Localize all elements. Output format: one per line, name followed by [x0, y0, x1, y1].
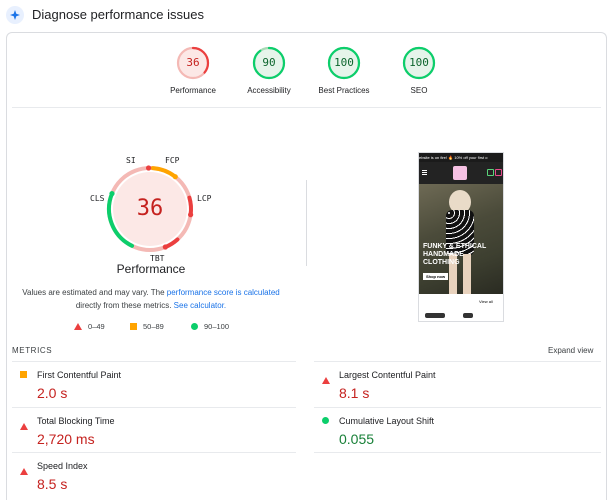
site-header	[419, 162, 503, 184]
fail-triangle-icon	[20, 417, 28, 435]
gauge-score: 100	[334, 56, 354, 69]
metric-name: Largest Contentful Paint	[339, 370, 436, 380]
shop-now-button: Shop now	[423, 273, 449, 280]
gauge-best-practices[interactable]: 100	[327, 46, 361, 80]
lighthouse-icon	[6, 6, 24, 24]
fail-triangle-icon	[74, 323, 82, 330]
account-icon	[487, 169, 494, 176]
gauge-seo[interactable]: 100	[402, 46, 436, 80]
cls-label: CLS	[90, 194, 105, 203]
legend-average-label: 50–89	[143, 322, 164, 331]
logo	[453, 166, 467, 180]
fail-triangle-icon	[322, 371, 330, 389]
average-square-icon	[20, 371, 27, 378]
cart-icon	[495, 169, 502, 176]
section-title: Diagnose performance issues	[32, 7, 204, 22]
pass-circle-icon	[322, 417, 329, 424]
legend-fail: 0–49	[74, 322, 105, 331]
score-calculated-link[interactable]: performance score is calculated	[167, 288, 280, 297]
divider	[314, 361, 601, 362]
gauge-score: 100	[409, 56, 429, 69]
metric-value: 8.5 s	[37, 476, 68, 492]
performance-gauge: 36	[103, 162, 197, 256]
report-card	[6, 32, 607, 500]
lcp-label: LCP	[197, 194, 212, 203]
note-text: Values are estimated and may vary. The	[22, 288, 167, 297]
fail-triangle-icon	[20, 462, 28, 480]
final-screenshot[interactable]: ebsite is on fire! 🔥 10% off your first …	[418, 152, 504, 322]
performance-score: 36	[136, 196, 164, 221]
view-all-link: View all	[479, 299, 493, 304]
pass-circle-icon	[191, 323, 198, 330]
metric-value: 2,720 ms	[37, 431, 95, 447]
menu-icon	[422, 170, 427, 171]
expand-view-toggle[interactable]: Expand view	[548, 346, 593, 355]
si-label: SI	[126, 156, 136, 165]
gauge-score: 90	[262, 56, 276, 69]
collection-strip: View all	[419, 294, 503, 321]
divider	[314, 407, 601, 408]
metric-name: Total Blocking Time	[37, 416, 115, 426]
metric-value: 8.1 s	[339, 385, 370, 401]
divider	[314, 452, 601, 453]
gauge-accessibility[interactable]: 90	[252, 46, 286, 80]
vertical-divider	[306, 180, 307, 266]
metric-name: Speed Index	[37, 461, 88, 471]
metrics-heading: METRICS	[12, 346, 53, 355]
metric-value: 0.055	[339, 431, 375, 447]
gauge-performance[interactable]: 36	[176, 46, 210, 80]
legend-average: 50–89	[130, 322, 164, 331]
divider	[12, 407, 296, 408]
metric-value: 2.0 s	[37, 385, 68, 401]
legend-pass: 90–100	[191, 322, 229, 331]
divider	[12, 107, 601, 108]
hero-headline: FUNKY & ETHICAL HANDMADE CLOTHING	[423, 243, 487, 266]
fcp-label: FCP	[165, 156, 180, 165]
legend-fail-label: 0–49	[88, 322, 105, 331]
gauge-score: 36	[186, 56, 200, 69]
calculator-link[interactable]: See calculator.	[174, 301, 226, 310]
metric-name: First Contentful Paint	[37, 370, 122, 380]
legend-pass-label: 90–100	[204, 322, 230, 331]
note-text-2: directly from these metrics.	[75, 301, 174, 310]
metric-name: Cumulative Layout Shift	[339, 416, 435, 426]
performance-title: Performance	[116, 262, 186, 276]
divider	[12, 361, 296, 362]
promo-banner: ebsite is on fire! 🔥 10% off your first …	[419, 153, 503, 162]
gauge-label: SEO	[410, 86, 428, 95]
average-square-icon	[130, 323, 137, 330]
score-note: Values are estimated and may vary. The p…	[20, 286, 282, 312]
divider	[12, 452, 296, 453]
